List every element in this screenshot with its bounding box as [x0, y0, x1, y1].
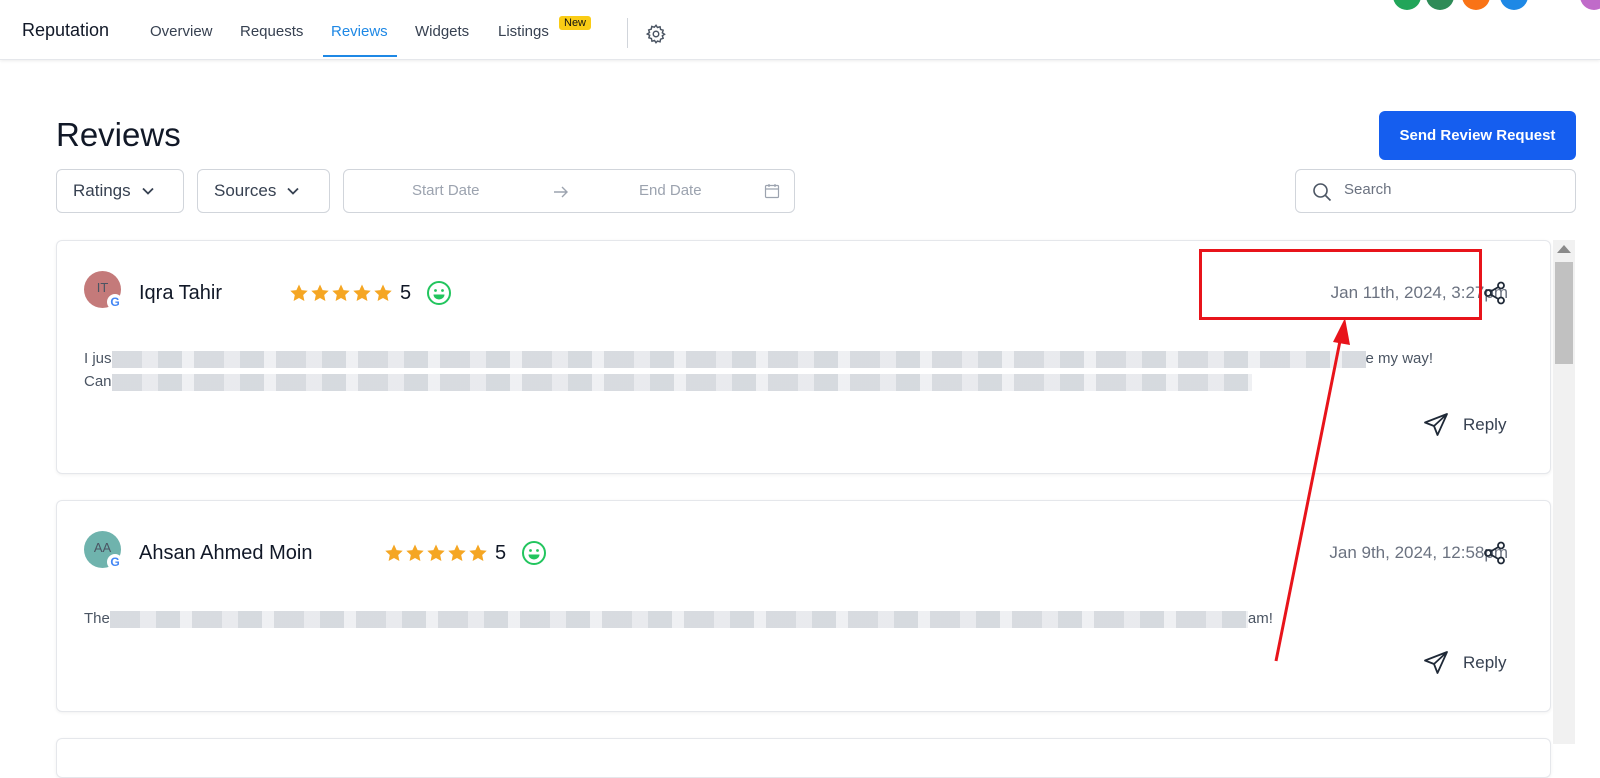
new-badge: New — [559, 16, 592, 30]
nav-divider — [627, 18, 628, 48]
tab-widgets[interactable]: Widgets — [415, 23, 469, 40]
star-rating — [289, 283, 393, 303]
google-icon: G — [107, 554, 123, 570]
end-date-input[interactable]: End Date — [639, 182, 702, 199]
app-avatar-purple[interactable] — [1580, 0, 1600, 10]
reviewer-name: Ahsan Ahmed Moin — [139, 542, 313, 564]
arrow-right-icon — [554, 186, 568, 198]
app-avatar-orange[interactable] — [1462, 0, 1490, 10]
star-icon — [332, 284, 350, 301]
gear-icon[interactable] — [645, 23, 667, 45]
scroll-up-arrow[interactable] — [1557, 245, 1571, 253]
app-avatar-blue[interactable] — [1500, 0, 1528, 10]
star-icon — [406, 544, 424, 561]
smiley-icon — [427, 281, 451, 305]
send-icon — [1424, 651, 1448, 674]
star-icon — [353, 284, 371, 301]
sources-filter-dropdown[interactable]: Sources — [197, 169, 330, 213]
tab-reviews[interactable]: Reviews — [331, 23, 388, 40]
send-icon — [1424, 413, 1448, 436]
date-range-picker[interactable]: Start Date End Date — [343, 169, 795, 213]
rating-value: 5 — [400, 282, 412, 304]
reply-label: Reply — [1463, 415, 1507, 434]
search-icon — [1313, 183, 1332, 202]
review-date: Jan 9th, 2024, 12:58pm — [1329, 543, 1508, 562]
ratings-filter-dropdown[interactable]: Ratings — [56, 169, 184, 213]
review-text-start: Can — [84, 373, 112, 390]
chevron-down-icon — [142, 187, 154, 195]
blurred-text — [109, 610, 1248, 628]
reply-button[interactable]: Reply — [1423, 412, 1506, 438]
review-text-end: e my way! — [1365, 350, 1434, 367]
calendar-icon — [764, 184, 780, 199]
star-icon — [290, 284, 308, 301]
review-text-start: I jus — [84, 350, 112, 367]
search-box[interactable] — [1295, 169, 1576, 213]
star-icon — [448, 544, 466, 561]
smiley-icon — [522, 541, 546, 565]
highlight-box — [1199, 249, 1482, 320]
rating-value: 5 — [495, 542, 507, 564]
page-title: Reviews — [56, 116, 181, 153]
tab-requests[interactable]: Requests — [240, 23, 303, 40]
scrollbar-thumb[interactable] — [1555, 262, 1573, 364]
star-icon — [374, 284, 392, 301]
google-icon: G — [107, 294, 123, 310]
brand-title: Reputation — [22, 20, 110, 40]
review-card — [56, 738, 1551, 778]
tab-overview[interactable]: Overview — [150, 23, 213, 40]
share-icon[interactable] — [1482, 540, 1508, 566]
review-text-start: The — [84, 610, 110, 627]
reply-button[interactable]: Reply — [1423, 650, 1506, 676]
blurred-text — [111, 350, 1366, 368]
sources-filter-label: Sources — [214, 181, 277, 200]
star-rating — [384, 543, 488, 563]
review-text: The am! — [84, 607, 1273, 630]
reply-label: Reply — [1463, 653, 1507, 672]
ratings-filter-label: Ratings — [73, 181, 131, 200]
start-date-input[interactable]: Start Date — [412, 182, 480, 199]
share-icon[interactable] — [1482, 280, 1508, 306]
star-icon — [427, 544, 445, 561]
top-navigation-bar: Reputation Overview Requests Reviews Wid… — [0, 0, 1600, 60]
review-text-end: am! — [1247, 610, 1273, 627]
blurred-text — [111, 373, 1252, 391]
star-icon — [311, 284, 329, 301]
chevron-down-icon — [287, 187, 300, 195]
active-tab-indicator — [323, 55, 397, 57]
app-avatar-dark-green[interactable] — [1426, 0, 1454, 10]
reviewer-name: Iqra Tahir — [139, 282, 223, 304]
search-input[interactable] — [1344, 181, 1564, 198]
review-card: AA G Ahsan Ahmed Moin 5 Jan 9th, 2024, 1… — [56, 500, 1551, 712]
star-icon — [469, 544, 487, 561]
star-icon — [385, 544, 403, 561]
review-text: I jus e my way! Can — [84, 347, 1433, 393]
app-avatar-green[interactable] — [1393, 0, 1421, 10]
tab-listings[interactable]: Listings — [498, 23, 549, 40]
send-review-request-button[interactable]: Send Review Request — [1379, 111, 1576, 160]
